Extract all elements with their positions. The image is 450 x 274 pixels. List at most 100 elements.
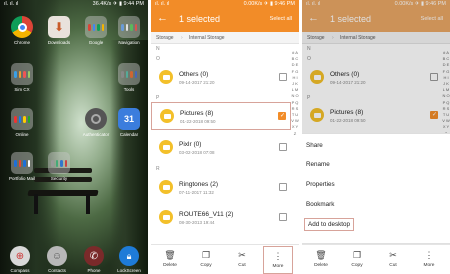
- bottom-toolbar: 🗑︎ Delete ❐ Copy ✂ Cut ⋮ More: [302, 244, 450, 274]
- app-sim[interactable]: Sim CX: [5, 63, 39, 92]
- cut-button[interactable]: ✂ Cut: [227, 249, 257, 268]
- scissors-icon: ✂: [389, 250, 397, 260]
- delete-label: Delete: [314, 263, 328, 268]
- checkbox[interactable]: [279, 143, 287, 151]
- bottom-toolbar: 🗑︎ Delete ❐ Copy ✂ Cut ⋮ More: [151, 244, 299, 274]
- list-item-selected[interactable]: Pictures (8) 01-22-2018 09:50: [151, 102, 291, 130]
- list-item[interactable]: Others (0) 09-14-2017 21:20: [151, 64, 291, 92]
- chrome-icon: [11, 16, 33, 38]
- more-label: More: [272, 264, 284, 269]
- menu-item-add-to-desktop[interactable]: Add to desktop: [304, 218, 355, 231]
- back-arrow-icon[interactable]: ←: [157, 13, 168, 24]
- more-vertical-icon: ⋮: [273, 251, 283, 261]
- mail-folder-icon: [11, 152, 33, 174]
- app-calendar[interactable]: 31 Calendar: [112, 108, 146, 137]
- app-security-folder[interactable]: Security: [42, 152, 76, 181]
- security-folder-icon: [48, 152, 70, 174]
- list-item[interactable]: ROUTE66_V11 (2) 08-30-2013 19:44: [151, 204, 291, 232]
- lockscreen-icon: 🔒︎: [119, 246, 139, 266]
- checkbox[interactable]: [279, 73, 287, 81]
- trash-icon: 🗑︎: [315, 250, 327, 260]
- app-label: Contacts: [48, 268, 66, 273]
- more-options-menu: Share Rename Properties Bookmark Add to …: [302, 133, 450, 243]
- menu-item-share[interactable]: Share: [306, 142, 323, 149]
- status-time: 36.4K/s ✈ ▮ 9:44 PM: [92, 1, 144, 7]
- folder-icon: [159, 210, 173, 224]
- cut-label: Cut: [389, 263, 397, 268]
- folder-date: 03-02-2018 07:08: [179, 150, 215, 155]
- contacts-icon: ☺: [47, 246, 67, 266]
- dock-contacts[interactable]: ☺ Contacts: [40, 246, 74, 273]
- app-label: Chrome: [13, 40, 30, 45]
- app-header: ıl. ıl. ıl 0.00K/s ✈ ▮ 9:46 PM ← 1 selec…: [151, 0, 299, 32]
- app-authenticator[interactable]: Authenticator: [79, 108, 113, 137]
- menu-item-properties[interactable]: Properties: [306, 181, 335, 188]
- delete-label: Delete: [163, 263, 177, 268]
- select-all-button[interactable]: Select all: [270, 16, 292, 22]
- app-online-folder[interactable]: Online: [5, 108, 39, 137]
- compass-icon: ⊕: [10, 246, 30, 266]
- more-vertical-icon: ⋮: [424, 250, 434, 260]
- folder-date: 01-22-2018 09:50: [180, 119, 216, 124]
- cut-button[interactable]: ✂ Cut: [378, 249, 408, 268]
- chevron-right-icon: ›: [181, 35, 183, 41]
- alphabet-index[interactable]: # A B C D E F G H I J K L M N O P Q R S …: [291, 50, 299, 137]
- more-button[interactable]: ⋮ More: [414, 249, 444, 268]
- breadcrumb-storage[interactable]: Storage: [156, 35, 174, 41]
- delete-button[interactable]: 🗑︎ Delete: [155, 249, 185, 268]
- navigation-folder-icon: [118, 16, 140, 38]
- folder-date: 09-14-2017 21:20: [179, 80, 215, 85]
- dock-lockscreen[interactable]: 🔒︎ LockScreen: [112, 246, 146, 273]
- cut-label: Cut: [238, 263, 246, 268]
- list-item[interactable]: Pixlr (0) 03-02-2018 07:08: [151, 134, 291, 162]
- app-label: Portfolio Mail: [8, 176, 35, 181]
- checkbox-checked[interactable]: [278, 112, 286, 120]
- section-header: R: [156, 166, 160, 172]
- app-chrome[interactable]: Chrome: [5, 16, 39, 45]
- app-navigation-folder[interactable]: Navigation: [112, 16, 146, 45]
- folder-icon: [159, 140, 173, 154]
- dock: ⊕ Compass ☺ Contacts ✆ Phone 🔒︎ LockScre…: [0, 242, 148, 274]
- app-label: LockScreen: [117, 268, 141, 273]
- app-google-folder[interactable]: Google: [79, 16, 113, 45]
- folder-icon: [160, 109, 174, 123]
- copy-icon: ❐: [201, 250, 211, 260]
- signal-indicators: ıl. ıl. ıl: [4, 1, 19, 7]
- app-downloads[interactable]: ⬇ Downloads: [42, 16, 76, 45]
- app-label: Google: [88, 40, 104, 45]
- dock-phone[interactable]: ✆ Phone: [77, 246, 111, 273]
- app-tools-folder[interactable]: Tools: [112, 63, 146, 92]
- app-label: Navigation: [118, 40, 140, 45]
- menu-item-bookmark[interactable]: Bookmark: [306, 201, 334, 208]
- app-label: Security: [50, 176, 68, 181]
- app-label: Phone: [87, 268, 101, 273]
- app-label: Sim CX: [14, 87, 30, 92]
- folder-name: Pixlr (0): [179, 141, 202, 148]
- file-manager-menu-screen: ıl. ıl. ıl 0.00K/s ✈ ▮ 9:46 PM ← 1 selec…: [302, 0, 450, 274]
- copy-button[interactable]: ❐ Copy: [191, 249, 221, 268]
- copy-label: Copy: [351, 263, 363, 268]
- app-label: Calendar: [119, 132, 139, 137]
- breadcrumb: Storage › Internal Storage: [151, 32, 299, 44]
- app-label: Compass: [10, 268, 30, 273]
- folder-name: Others (0): [179, 71, 209, 78]
- app-mail-folder[interactable]: Portfolio Mail: [5, 152, 39, 181]
- copy-button[interactable]: ❐ Copy: [342, 249, 372, 268]
- checkbox[interactable]: [279, 183, 287, 191]
- sim-icon: [11, 63, 33, 85]
- google-folder-icon: [85, 16, 107, 38]
- breadcrumb-internal-storage[interactable]: Internal Storage: [189, 35, 225, 41]
- folder-name: Ringtones (2): [179, 181, 219, 188]
- status-time: 0.00K/s ✈ ▮ 9:46 PM: [243, 1, 295, 7]
- more-button[interactable]: ⋮ More: [263, 246, 293, 274]
- app-label: Tools: [123, 87, 135, 92]
- authenticator-icon: [85, 108, 107, 130]
- dock-compass[interactable]: ⊕ Compass: [3, 246, 37, 273]
- checkbox[interactable]: [279, 213, 287, 221]
- section-header: P: [156, 95, 160, 101]
- menu-item-rename[interactable]: Rename: [306, 161, 330, 168]
- copy-icon: ❐: [352, 250, 362, 260]
- section-header: O: [156, 56, 160, 62]
- list-item[interactable]: Ringtones (2) 07-11-2017 11:32: [151, 174, 291, 202]
- delete-button[interactable]: 🗑︎ Delete: [306, 249, 336, 268]
